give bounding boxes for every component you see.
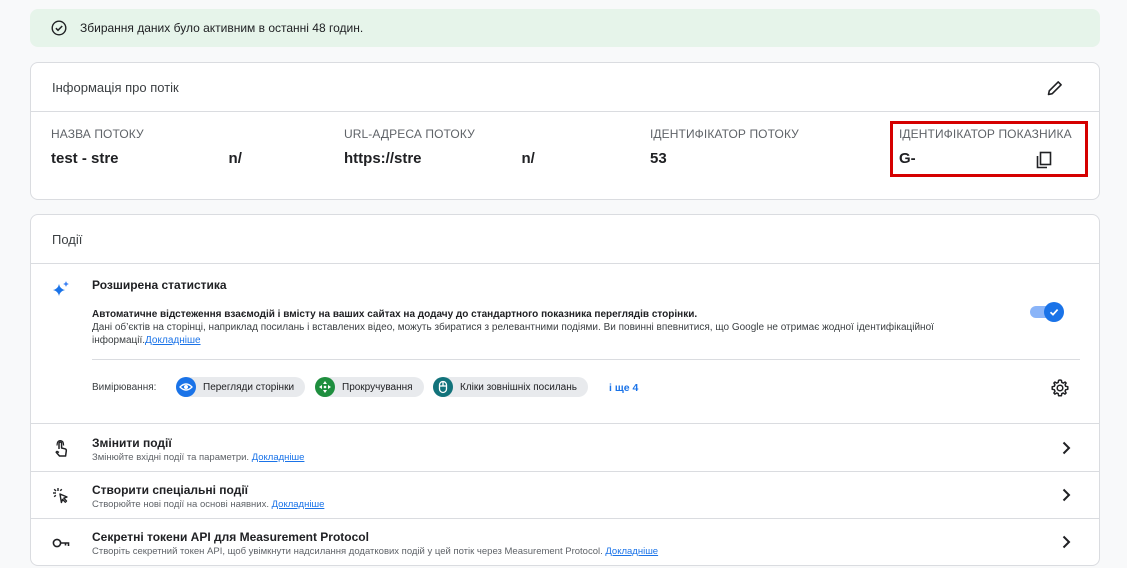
chip-label: Перегляди сторінки <box>203 381 295 393</box>
mouse-icon <box>433 377 453 397</box>
stream-url-value[interactable]: https://stre n/ <box>344 150 535 168</box>
stream-name-field: НАЗВА ПОТОКУ test - stre n/ <box>51 127 242 168</box>
enhanced-measurement-section: Розширена статистика Автоматичне відстеж… <box>31 264 1099 424</box>
chip-outbound-clicks[interactable]: Кліки зовнішніх посилань <box>433 377 588 397</box>
checkmark-icon <box>1044 302 1064 322</box>
row-title: Створити спеціальні події <box>92 483 249 497</box>
events-card: Події Розширена статистика Автоматичне в… <box>30 214 1100 566</box>
stream-details-header: Інформація про потік <box>31 63 1099 112</box>
learn-more-link[interactable]: Докладніше <box>252 452 305 463</box>
learn-more-link[interactable]: Докладніше <box>605 546 658 557</box>
row-title: Секретні токени API для Measurement Prot… <box>92 530 369 544</box>
gear-icon[interactable] <box>1050 378 1070 398</box>
enhanced-measurement-toggle[interactable] <box>1030 302 1064 322</box>
sparkle-icon <box>51 279 71 304</box>
enhanced-learn-more-link[interactable]: Докладніше <box>145 335 201 346</box>
key-icon <box>51 533 71 553</box>
stream-id-value[interactable]: 53 <box>650 150 799 167</box>
copy-icon[interactable] <box>1034 150 1054 170</box>
scroll-arrows-icon <box>315 377 335 397</box>
data-collection-banner: Збирання даних було активним в останні 4… <box>30 9 1100 47</box>
learn-more-link[interactable]: Докладніше <box>272 499 325 510</box>
edit-pencil-icon[interactable] <box>1045 78 1065 98</box>
chip-page-views[interactable]: Перегляди сторінки <box>176 377 306 397</box>
row-title: Змінити події <box>92 436 172 450</box>
stream-name-value[interactable]: test - stre n/ <box>51 150 242 168</box>
row-modify-events[interactable]: Змінити події Змінюйте вхідні події та п… <box>31 425 1099 472</box>
stream-url-field: URL-АДРЕСА ПОТОКУ https://stre n/ <box>344 127 535 168</box>
chip-label: Кліки зовнішніх посилань <box>460 381 577 393</box>
events-header: Події <box>31 215 1099 264</box>
stream-id-field: ІДЕНТИФІКАТОР ПОТОКУ 53 <box>650 127 799 167</box>
eye-icon <box>176 377 196 397</box>
enhanced-desc-line2: Дані об’єктів на сторінці, наприклад пос… <box>92 322 934 346</box>
chip-scrolls[interactable]: Прокручування <box>315 377 424 397</box>
banner-text: Збирання даних було активним в останні 4… <box>80 21 364 35</box>
touch-icon <box>51 439 71 459</box>
row-create-custom-events[interactable]: Створити спеціальні події Створюйте нові… <box>31 472 1099 519</box>
row-subtitle: Створюйте нові події на основі наявних. … <box>92 499 325 510</box>
enhanced-desc-line1: Автоматичне відстеження взаємодій і вміс… <box>92 309 698 320</box>
enhanced-measurement-description: Автоматичне відстеження взаємодій і вміс… <box>92 308 1022 347</box>
chevron-right-icon <box>1058 534 1074 550</box>
stream-id-label: ІДЕНТИФІКАТОР ПОТОКУ <box>650 127 799 141</box>
stream-name-label: НАЗВА ПОТОКУ <box>51 127 144 141</box>
stream-details-title: Інформація про потік <box>52 79 179 95</box>
measurement-id-highlight <box>890 121 1088 177</box>
check-circle-icon <box>51 20 67 36</box>
row-subtitle: Створіть секретний токен API, щоб увімкн… <box>92 546 659 557</box>
chevron-right-icon <box>1058 487 1074 503</box>
events-title: Події <box>52 231 83 247</box>
chip-label: Прокручування <box>342 381 413 393</box>
row-subtitle: Змінюйте вхідні події та параметри. Докл… <box>92 452 305 463</box>
sparkle-click-icon <box>51 486 71 506</box>
measurement-label: Вимірювання: <box>92 382 157 393</box>
more-measurements-link[interactable]: і ще 4 <box>609 382 638 394</box>
row-measurement-protocol-secrets[interactable]: Секретні токени API для Measurement Prot… <box>31 519 1099 565</box>
stream-url-label: URL-АДРЕСА ПОТОКУ <box>344 127 475 141</box>
chevron-right-icon <box>1058 440 1074 456</box>
enhanced-measurement-title: Розширена статистика <box>92 278 227 292</box>
stream-details-card: Інформація про потік НАЗВА ПОТОКУ test -… <box>30 62 1100 200</box>
